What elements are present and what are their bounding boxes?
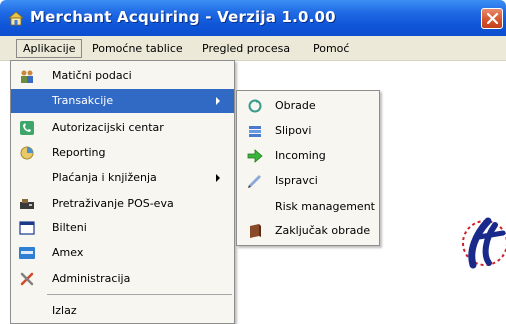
menu-pomocne-tablice[interactable]: Pomoćne tablice bbox=[86, 40, 189, 57]
pos-terminal-icon bbox=[20, 199, 34, 209]
menu-item-autorizacijski-centar[interactable]: Autorizacijski centar bbox=[11, 116, 234, 140]
submenu-item-ispravci[interactable]: Ispravci bbox=[237, 169, 379, 193]
company-logo bbox=[462, 217, 506, 269]
submenu-item-zakljucak-obrade[interactable]: Zaključak obrade bbox=[237, 219, 379, 243]
submenu-arrow-icon bbox=[216, 174, 220, 182]
aplikacije-menu: Matični podaci Transakcije Autorizacijsk… bbox=[10, 60, 235, 324]
window-title: Merchant Acquiring - Verzija 1.0.00 bbox=[30, 8, 336, 26]
menu-pregled-procesa[interactable]: Pregled procesa bbox=[196, 40, 296, 57]
amex-card-icon bbox=[19, 247, 35, 259]
menu-aplikacije[interactable]: Aplikacije bbox=[16, 39, 83, 58]
process-icon bbox=[248, 99, 262, 113]
book-icon bbox=[250, 224, 261, 238]
submenu-item-obrade[interactable]: Obrade bbox=[237, 94, 379, 118]
menu-item-transakcije[interactable]: Transakcije bbox=[11, 89, 234, 113]
menu-item-placanja-i-knjizenja[interactable]: Plaćanja i knjiženja bbox=[11, 166, 234, 190]
close-button[interactable] bbox=[481, 8, 503, 29]
home-icon bbox=[8, 11, 24, 26]
phone-icon bbox=[20, 121, 34, 135]
menu-pomoc[interactable]: Pomoć bbox=[307, 40, 355, 57]
window-icon bbox=[19, 221, 35, 235]
people-icon bbox=[21, 70, 33, 83]
menu-item-bilteni[interactable]: Bilteni bbox=[11, 216, 234, 240]
close-icon bbox=[486, 12, 499, 25]
menu-bar: Aplikacije Pomoćne tablice Pregled proce… bbox=[0, 36, 506, 61]
submenu-item-incoming[interactable]: Incoming bbox=[237, 144, 379, 168]
transakcije-submenu: Obrade Slipovi Incoming Ispravci Risk ma… bbox=[236, 90, 380, 246]
app-window: Merchant Acquiring - Verzija 1.0.00 Apli… bbox=[0, 0, 506, 324]
menu-item-amex[interactable]: Amex bbox=[11, 241, 234, 265]
submenu-item-slipovi[interactable]: Slipovi bbox=[237, 119, 379, 143]
report-icon bbox=[20, 146, 34, 160]
slips-icon bbox=[249, 126, 261, 137]
menu-item-izlaz[interactable]: Izlaz bbox=[11, 299, 234, 323]
menu-item-pretrazivanje-pos-eva[interactable]: Pretraživanje POS-eva bbox=[11, 192, 234, 216]
menu-item-administracija[interactable]: Administracija bbox=[11, 267, 234, 291]
title-bar[interactable]: Merchant Acquiring - Verzija 1.0.00 bbox=[0, 0, 506, 36]
submenu-item-risk-management[interactable]: Risk management bbox=[237, 195, 379, 219]
tools-icon bbox=[20, 272, 34, 286]
menu-item-reporting[interactable]: Reporting bbox=[11, 141, 234, 165]
green-arrow-icon bbox=[247, 149, 263, 163]
menu-item-maticni-podaci[interactable]: Matični podaci bbox=[11, 64, 234, 88]
menu-separator bbox=[47, 294, 232, 295]
correction-icon bbox=[248, 175, 261, 188]
submenu-arrow-icon bbox=[216, 97, 220, 105]
